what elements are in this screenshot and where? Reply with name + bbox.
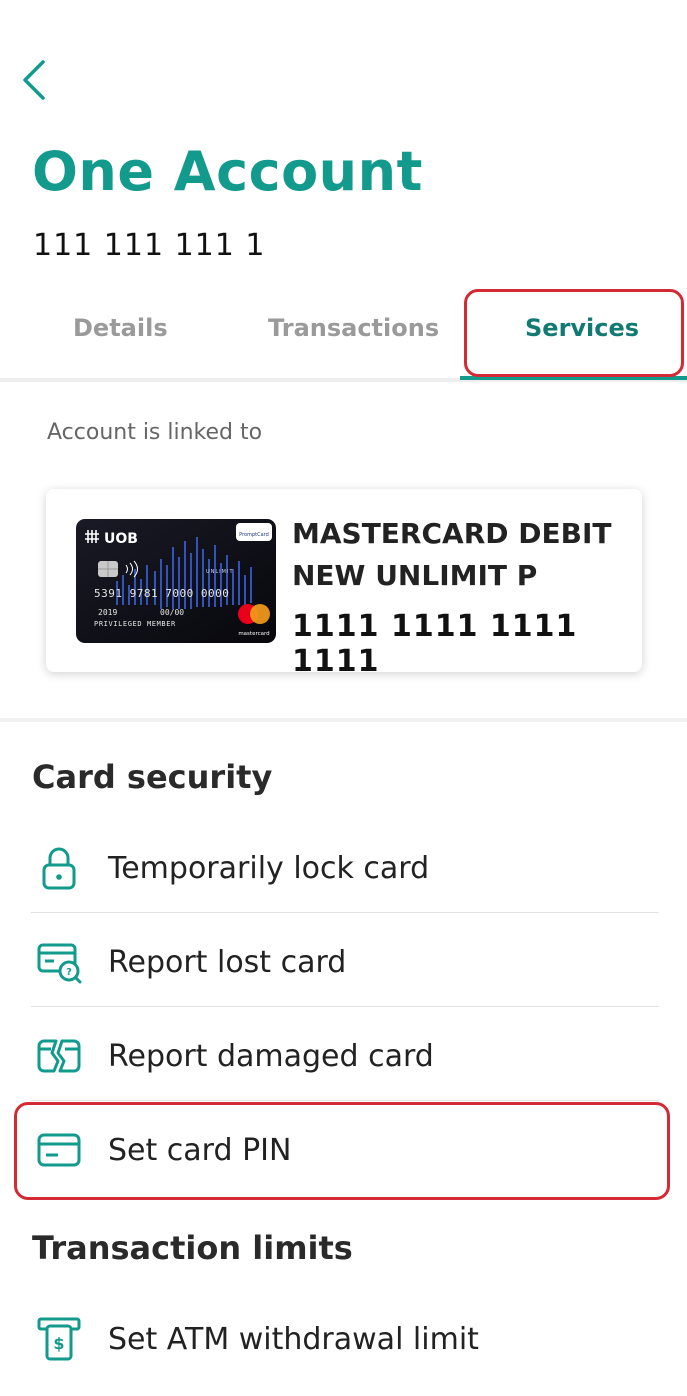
card-image: UOB PromptCard UNLIMIT 5391 9781 7000 00…: [76, 519, 276, 643]
report-damaged-card-item[interactable]: Report damaged card: [31, 1007, 659, 1101]
card-name: MASTERCARD DEBIT: [292, 517, 612, 550]
svg-text:PRIVILEGED MEMBER: PRIVILEGED MEMBER: [94, 620, 176, 628]
svg-text:mastercard: mastercard: [238, 631, 269, 637]
svg-text:UNLIMIT: UNLIMIT: [206, 569, 234, 575]
page-title: One Account: [32, 140, 423, 203]
lock-card-label: Temporarily lock card: [108, 851, 430, 886]
tab-transactions[interactable]: Transactions: [268, 314, 439, 342]
svg-text:2019: 2019: [98, 608, 117, 617]
transaction-limits-heading: Transaction limits: [32, 1229, 353, 1267]
broken-card-icon: [37, 1039, 81, 1073]
linked-card[interactable]: UOB PromptCard UNLIMIT 5391 9781 7000 00…: [46, 489, 642, 679]
atm-limit-item[interactable]: $ Set ATM withdrawal limit: [31, 1290, 659, 1384]
atm-limit-label: Set ATM withdrawal limit: [108, 1322, 479, 1357]
svg-text:5391 9781 7000 0000: 5391 9781 7000 0000: [94, 587, 229, 600]
chevron-left-icon: [23, 60, 45, 100]
report-lost-card-item[interactable]: ? Report lost card: [31, 913, 659, 1007]
svg-text:PromptCard: PromptCard: [239, 532, 269, 538]
svg-text:$: $: [53, 1334, 64, 1353]
linked-label: Account is linked to: [47, 420, 263, 445]
services-tab-highlight: [464, 289, 684, 377]
lock-card-item[interactable]: Temporarily lock card: [31, 819, 659, 913]
account-number: 111 111 111 1: [33, 228, 266, 263]
svg-text:00/00: 00/00: [160, 608, 184, 617]
card-number: 1111 1111 1111 1111: [292, 609, 578, 679]
tab-details[interactable]: Details: [73, 314, 168, 342]
card-security-heading: Card security: [32, 758, 273, 796]
report-damaged-card-label: Report damaged card: [108, 1039, 434, 1074]
set-card-pin-highlight: [14, 1102, 670, 1200]
atm-cash-icon: $: [37, 1317, 81, 1361]
card-name-continued: NEW UNLIMIT P: [292, 559, 538, 592]
lock-icon: [42, 847, 76, 890]
svg-text:?: ?: [66, 967, 72, 978]
svg-text:UOB: UOB: [104, 531, 138, 547]
section-divider: [0, 718, 687, 722]
back-button[interactable]: [18, 52, 58, 108]
report-lost-card-label: Report lost card: [108, 945, 347, 980]
card-search-icon: ?: [37, 943, 82, 984]
